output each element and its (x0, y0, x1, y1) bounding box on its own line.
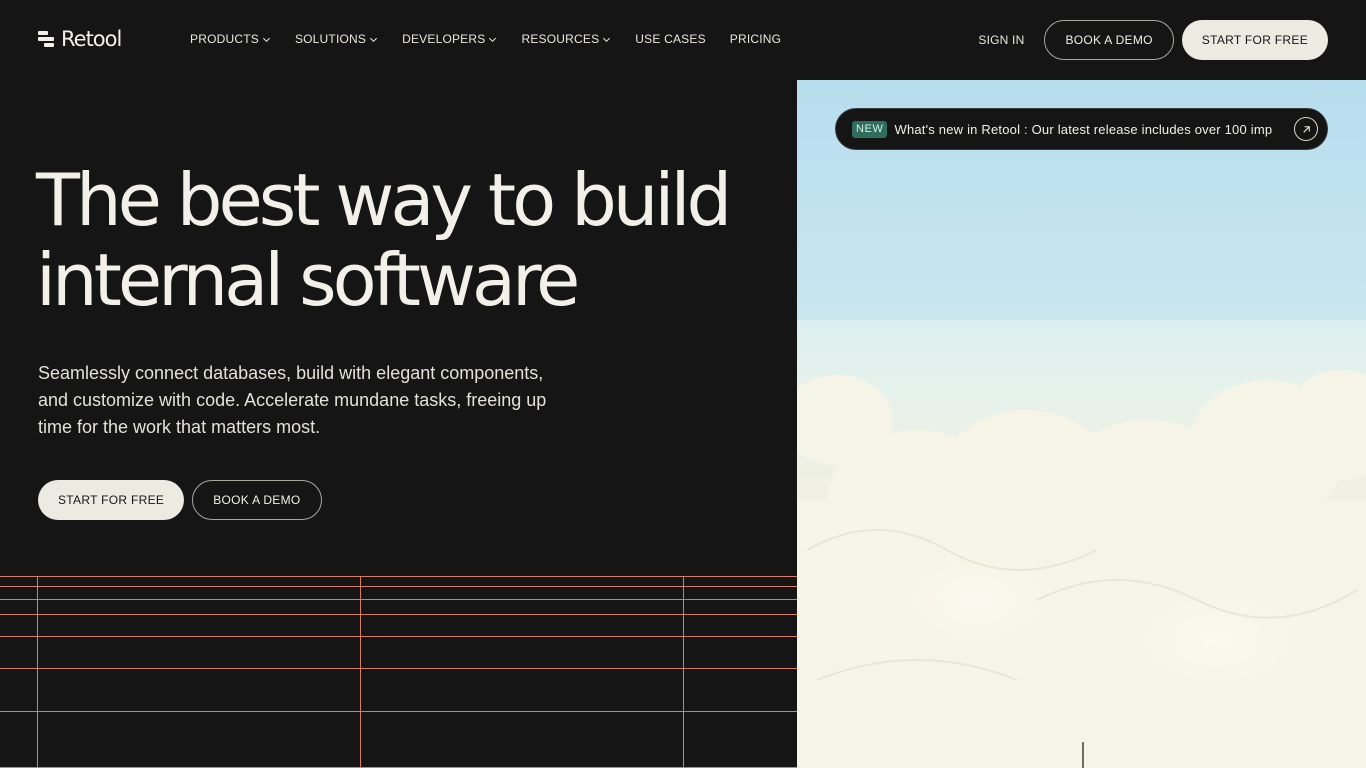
nav-item-solutions[interactable]: SOLUTIONS (295, 30, 378, 48)
nav-item-resources[interactable]: RESOURCES (521, 30, 611, 48)
nav-item-use-cases[interactable]: USE CASES (635, 30, 706, 48)
hero-subtitle: Seamlessly connect databases, build with… (38, 363, 547, 437)
retool-logo[interactable]: Retool (38, 26, 122, 52)
chevron-down-icon (603, 37, 611, 42)
chevron-down-icon (489, 37, 497, 42)
brand-name: Retool (61, 27, 122, 51)
nav-item-pricing[interactable]: PRICING (730, 30, 781, 48)
chevron-down-icon (370, 37, 378, 42)
hero-title-line-2: internal software (36, 238, 580, 322)
top-navigation: Retool PRODUCTS SOLUTIONS DEVELOPERS RES… (0, 0, 1366, 80)
cloud-illustration (797, 80, 1366, 768)
hero-book-demo-button[interactable]: BOOK A DEMO (192, 480, 322, 520)
nav-item-products[interactable]: PRODUCTS (190, 30, 271, 48)
chevron-down-icon (262, 37, 270, 42)
hero-title: The best way to build internal software (36, 160, 796, 320)
nav-item-label: DEVELOPERS (402, 32, 486, 46)
nav-item-developers[interactable]: DEVELOPERS (402, 30, 497, 48)
nav-item-label: RESOURCES (521, 32, 600, 46)
hero-cta-group: START FOR FREE BOOK A DEMO (38, 480, 322, 520)
book-demo-button[interactable]: BOOK A DEMO (1044, 20, 1174, 60)
hero-title-line-1: The best way to build (36, 158, 732, 242)
nav-item-label: PRODUCTS (190, 32, 259, 46)
announcement-banner[interactable]: NEW What's new in Retool : Our latest re… (835, 108, 1328, 150)
arrow-up-right-icon (1302, 125, 1310, 133)
hero-start-for-free-button[interactable]: START FOR FREE (38, 480, 185, 520)
sign-in-link[interactable]: SIGN IN (978, 33, 1024, 47)
nav-item-label: USE CASES (635, 32, 706, 46)
announcement-text: What's new in Retool : Our latest releas… (894, 121, 1273, 137)
nav-item-label: SOLUTIONS (294, 32, 367, 46)
decorative-grid-lines (0, 576, 797, 768)
main-menu: PRODUCTS SOLUTIONS DEVELOPERS RESOURCES … (190, 30, 805, 48)
announcement-link-button[interactable] (1294, 117, 1318, 141)
start-for-free-button[interactable]: START FOR FREE (1181, 20, 1328, 60)
new-badge: NEW (852, 120, 888, 138)
nav-actions: SIGN IN BOOK A DEMO START FOR FREE (978, 20, 1328, 60)
retool-logo-icon (38, 31, 54, 47)
nav-item-label: PRICING (729, 32, 782, 46)
hero-illustration-sky (797, 80, 1366, 768)
